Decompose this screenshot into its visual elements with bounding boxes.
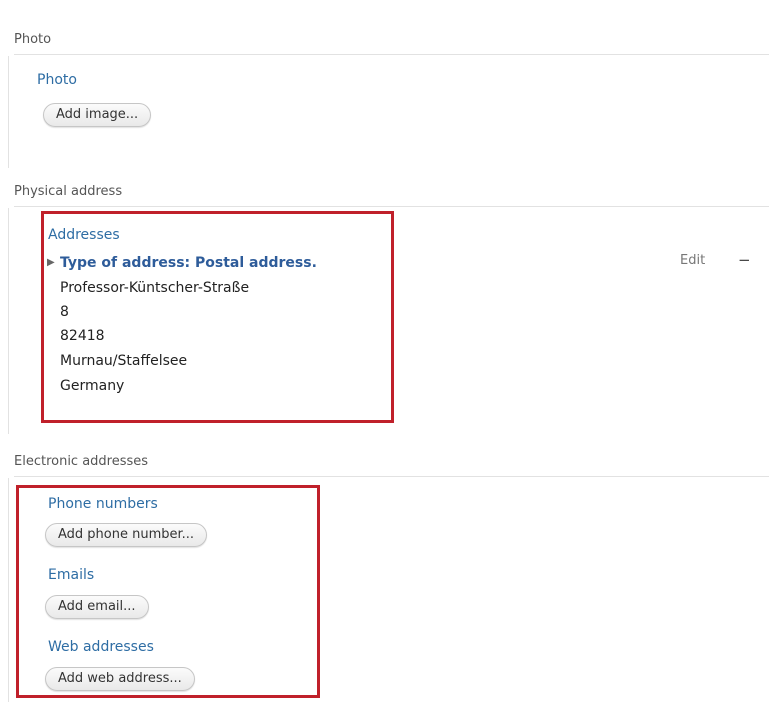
remove-address-icon[interactable]: −: [738, 251, 751, 269]
addresses-field-label: Addresses: [48, 227, 120, 243]
photo-field-label: Photo: [37, 72, 77, 88]
section-rule-physical: [8, 208, 9, 434]
add-web-address-button[interactable]: Add web address...: [45, 667, 195, 691]
address-country: Germany: [60, 378, 125, 394]
section-rule-electronic: [8, 478, 9, 702]
phone-numbers-field-label: Phone numbers: [48, 496, 158, 512]
emails-field-label: Emails: [48, 567, 95, 583]
add-image-button[interactable]: Add image...: [43, 103, 152, 127]
expand-caret-icon[interactable]: ▶: [47, 255, 55, 271]
section-header-photo: Photo: [14, 30, 769, 55]
contact-form-page: Photo Photo Add image... Physical addres…: [0, 0, 769, 702]
add-phone-number-button[interactable]: Add phone number...: [45, 523, 208, 547]
edit-address-link[interactable]: Edit: [680, 252, 705, 270]
web-addresses-field-label: Web addresses: [48, 639, 154, 655]
address-street: Professor-Küntscher-Straße: [60, 280, 250, 296]
address-type-link[interactable]: Type of address: Postal address.: [60, 254, 317, 272]
add-email-button[interactable]: Add email...: [45, 595, 149, 619]
section-header-electronic-addresses: Electronic addresses: [14, 452, 769, 477]
section-rule-photo: [8, 56, 9, 168]
address-house-number: 8: [60, 304, 69, 320]
address-postal-code: 82418: [60, 328, 105, 344]
section-header-physical-address: Physical address: [14, 182, 769, 207]
address-city: Murnau/Staffelsee: [60, 353, 188, 369]
